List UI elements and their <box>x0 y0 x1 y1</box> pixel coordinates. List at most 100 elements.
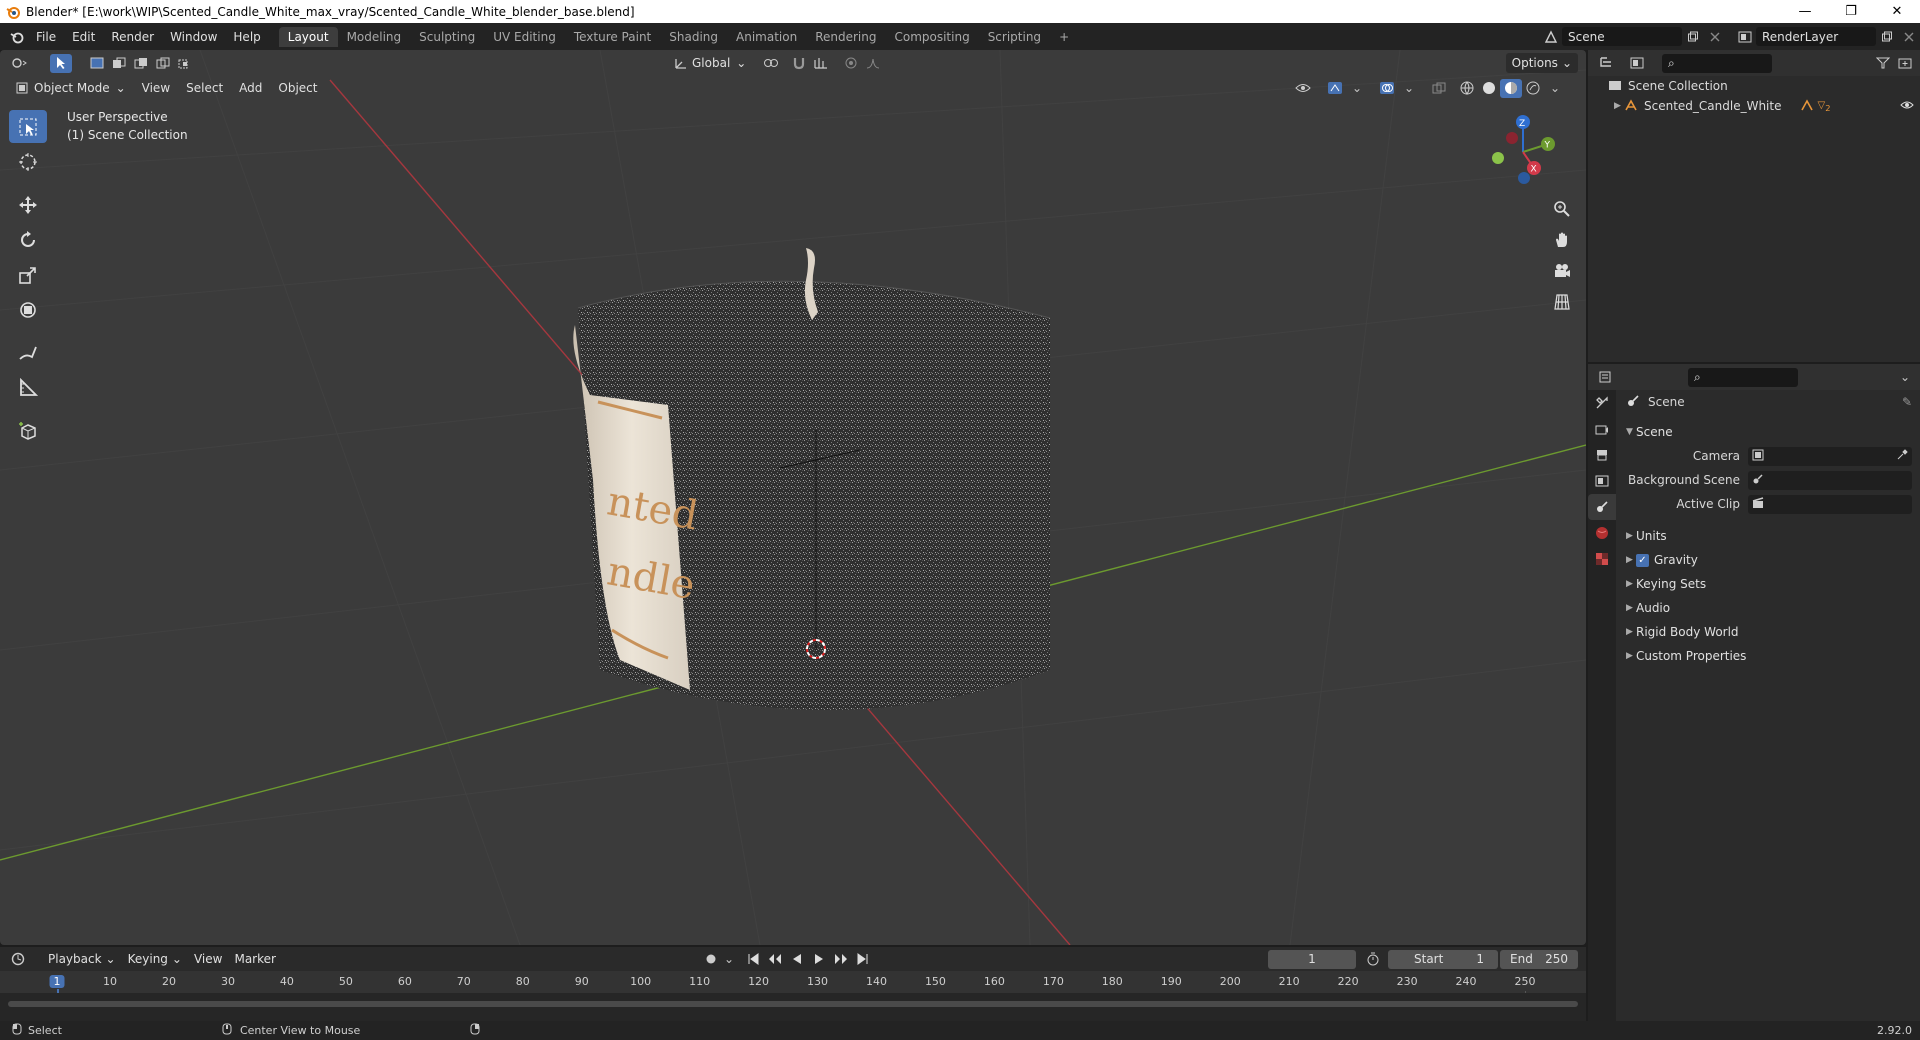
new-collection-icon[interactable] <box>1894 54 1916 73</box>
viewport-menu-select[interactable]: Select <box>180 78 229 98</box>
3d-viewport[interactable]: nted ndle Global ⌄ Options ⌄ Object Mode… <box>0 50 1586 945</box>
outliner-object-row[interactable]: ▶ Scented_Candle_White ▽2 <box>1588 96 1920 116</box>
tab-scripting[interactable]: Scripting <box>979 27 1050 47</box>
mode-subtract-selection-icon[interactable] <box>130 54 152 73</box>
chevron-down-icon[interactable]: ⌄ <box>1894 368 1916 387</box>
tab-modeling[interactable]: Modeling <box>338 27 411 47</box>
panel-gravity-header[interactable]: ▶ ✓ Gravity <box>1618 548 1920 572</box>
menu-window[interactable]: Window <box>162 30 225 44</box>
viewport-menu-object[interactable]: Object <box>272 78 323 98</box>
overlays-toggle-icon[interactable] <box>1376 79 1398 98</box>
snap-element-icon[interactable] <box>810 54 832 73</box>
outliner-scene-collection[interactable]: Scene Collection <box>1588 76 1920 96</box>
tab-sculpting[interactable]: Sculpting <box>410 27 484 47</box>
chevron-down-icon[interactable]: ⌄ <box>722 950 736 969</box>
timeline-menu-keying[interactable]: Keying ⌄ <box>122 949 188 969</box>
tab-render-icon[interactable] <box>1588 416 1616 442</box>
timeline-frame-ruler[interactable]: 1 10 20 30 40 50 60 70 80 90 100 110 120 130 140 150 160… <box>0 971 1586 1021</box>
mode-dropdown[interactable]: Object Mode ⌄ <box>10 78 132 98</box>
xray-toggle-icon[interactable] <box>1428 79 1450 98</box>
chevron-down-icon[interactable]: ⌄ <box>1398 79 1420 98</box>
timeline-menu-marker[interactable]: Marker <box>228 949 281 969</box>
timeline-body[interactable] <box>0 993 1586 1021</box>
mode-extend-selection-icon[interactable] <box>108 54 130 73</box>
menu-render[interactable]: Render <box>103 30 162 44</box>
jump-end-icon[interactable] <box>852 950 874 969</box>
transform-tool-icon[interactable] <box>9 293 47 326</box>
shading-solid-icon[interactable] <box>1478 79 1500 98</box>
tab-layout[interactable]: Layout <box>278 26 338 47</box>
jump-keyframe-forward-icon[interactable] <box>830 950 852 969</box>
mode-new-selection-icon[interactable] <box>86 54 108 73</box>
view-layer-icon[interactable] <box>1734 27 1756 46</box>
panel-units-header[interactable]: ▶ Units <box>1618 524 1920 548</box>
zoom-icon[interactable] <box>1548 195 1576 223</box>
timeline-menu-view[interactable]: View <box>188 949 228 969</box>
eyedropper-icon[interactable] <box>1896 448 1908 464</box>
pivot-point-icon[interactable] <box>760 54 782 73</box>
proportional-editing-icon[interactable] <box>840 54 862 73</box>
tab-rendering[interactable]: Rendering <box>806 27 885 47</box>
panel-keying-sets-header[interactable]: ▶ Keying Sets <box>1618 572 1920 596</box>
shading-wireframe-icon[interactable] <box>1456 79 1478 98</box>
properties-editor-type-icon[interactable] <box>1596 368 1618 387</box>
outliner-search-input[interactable]: ⌕ <box>1662 53 1772 73</box>
shading-material-preview-icon[interactable] <box>1500 78 1522 98</box>
filter-icon[interactable] <box>1872 54 1894 73</box>
background-scene-field[interactable] <box>1748 470 1912 490</box>
play-icon[interactable] <box>808 950 830 969</box>
display-mode-icon[interactable] <box>1626 54 1648 73</box>
tab-scene-icon[interactable] <box>1588 494 1616 520</box>
tab-uv-editing[interactable]: UV Editing <box>484 27 565 47</box>
scene-selector[interactable]: Scene <box>1562 27 1682 46</box>
delete-scene-icon[interactable] <box>1704 27 1726 46</box>
tab-output-icon[interactable] <box>1588 442 1616 468</box>
editor-type-icon[interactable] <box>8 54 30 73</box>
properties-search-input[interactable]: ⌕ <box>1688 367 1798 387</box>
orthographic-toggle-icon[interactable] <box>1548 288 1576 316</box>
menu-help[interactable]: Help <box>225 30 268 44</box>
pan-hand-icon[interactable] <box>1548 226 1576 254</box>
eye-visibility-icon[interactable] <box>1900 99 1914 113</box>
minimize-button[interactable]: — <box>1782 0 1828 23</box>
pin-icon[interactable]: ✎ <box>1902 395 1912 409</box>
tab-view-layer-icon[interactable] <box>1588 468 1616 494</box>
options-dropdown[interactable]: Options ⌄ <box>1505 53 1578 73</box>
tab-compositing[interactable]: Compositing <box>885 27 978 47</box>
chevron-down-icon[interactable]: ⌄ <box>1544 79 1566 98</box>
outliner-editor-type-icon[interactable] <box>1596 54 1618 73</box>
active-clip-field[interactable] <box>1748 494 1912 514</box>
tab-tool-icon[interactable] <box>1588 390 1616 416</box>
restore-button[interactable]: ❐ <box>1828 0 1874 23</box>
menu-file[interactable]: File <box>28 30 64 44</box>
shading-rendered-icon[interactable] <box>1522 79 1544 98</box>
scene-icon[interactable] <box>1540 27 1562 46</box>
chevron-down-icon[interactable]: ⌄ <box>1346 79 1368 98</box>
measure-tool-icon[interactable] <box>9 371 47 404</box>
camera-view-icon[interactable] <box>1548 257 1576 285</box>
add-cube-tool-icon[interactable] <box>9 414 47 447</box>
tab-animation[interactable]: Animation <box>727 27 806 47</box>
auto-keying-icon[interactable] <box>700 950 722 969</box>
select-tweak-icon[interactable] <box>50 53 72 73</box>
scale-tool-icon[interactable] <box>9 258 47 291</box>
frame-end-field[interactable]: End 250 <box>1500 949 1578 969</box>
jump-keyframe-back-icon[interactable] <box>764 950 786 969</box>
panel-audio-header[interactable]: ▶ Audio <box>1618 596 1920 620</box>
select-box-tool-icon[interactable] <box>9 110 47 143</box>
expand-triangle-icon[interactable]: ▶ <box>1614 101 1624 111</box>
new-view-layer-icon[interactable] <box>1876 27 1898 46</box>
move-tool-icon[interactable] <box>9 188 47 221</box>
annotate-tool-icon[interactable] <box>9 336 47 369</box>
navigation-gizmo[interactable]: Z Y X <box>1476 112 1566 192</box>
gravity-checkbox[interactable]: ✓ <box>1636 553 1649 567</box>
tab-shading[interactable]: Shading <box>660 27 727 47</box>
frame-start-field[interactable]: Start 1 <box>1388 949 1498 969</box>
preview-range-stopwatch-icon[interactable] <box>1362 950 1384 969</box>
panel-scene-header[interactable]: ▼ Scene <box>1618 420 1920 444</box>
falloff-icon[interactable] <box>862 54 884 73</box>
close-button[interactable]: ✕ <box>1874 0 1920 23</box>
delete-view-layer-icon[interactable] <box>1898 27 1920 46</box>
visibility-selectability-icon[interactable] <box>1292 79 1314 98</box>
blender-menu-icon[interactable] <box>6 27 28 46</box>
